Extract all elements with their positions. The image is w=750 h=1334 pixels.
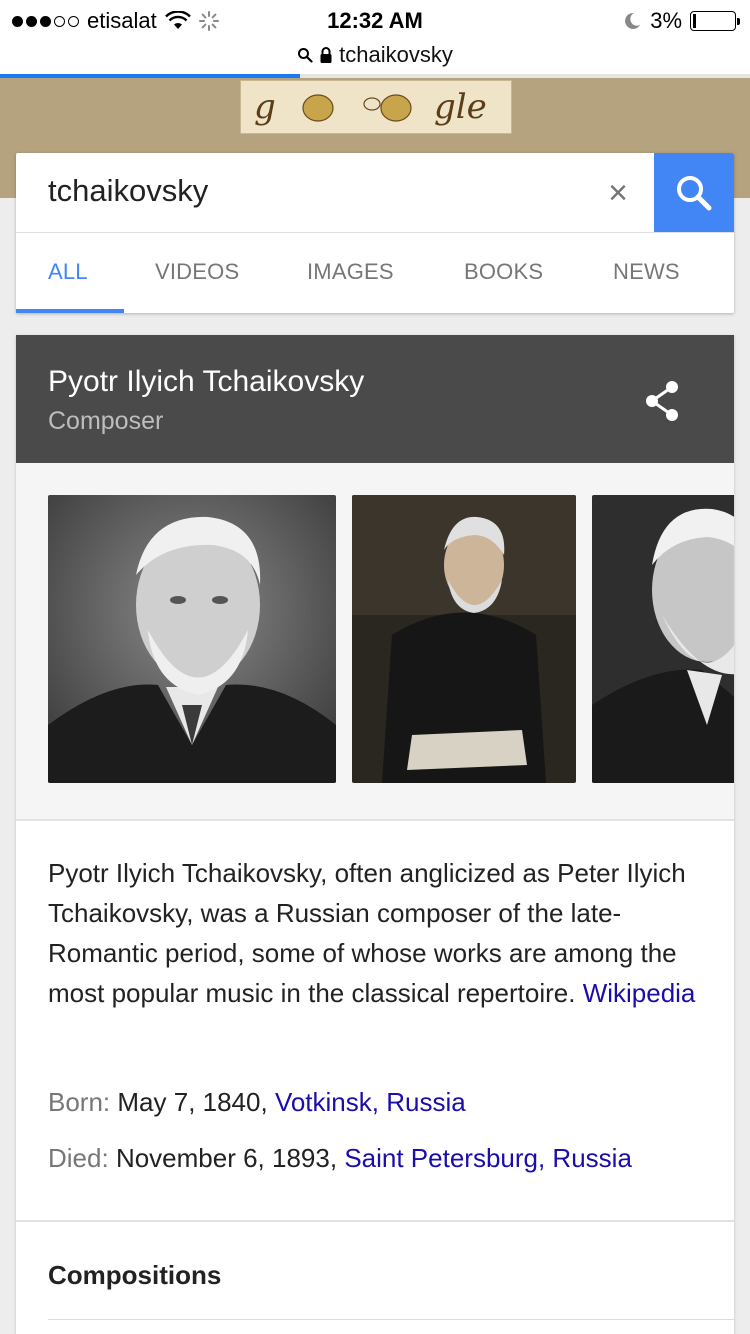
search-icon xyxy=(677,176,712,211)
svg-text:gle: gle xyxy=(434,87,487,127)
tab-videos[interactable]: VIDEOS xyxy=(155,259,239,285)
facts-divider xyxy=(16,1220,734,1222)
knowledge-panel-header: Pyotr Ilyich Tchaikovsky Composer xyxy=(16,335,734,463)
image-carousel[interactable] xyxy=(16,463,734,819)
do-not-disturb-moon-icon xyxy=(625,12,641,29)
portrait-photo[interactable] xyxy=(48,495,336,783)
section-divider xyxy=(48,1319,734,1320)
status-bar: etisalat 12:32 AM 3% xyxy=(0,0,750,40)
fact-value: November 6, 1893, xyxy=(115,1143,338,1173)
search-tabs: ALL VIDEOS IMAGES BOOKS NEWS xyxy=(16,233,734,313)
google-doodle-logo[interactable]: g gle xyxy=(240,80,512,134)
tab-images[interactable]: IMAGES xyxy=(307,259,394,285)
lock-icon xyxy=(320,47,332,63)
share-icon xyxy=(646,381,678,421)
fact-label: Died: xyxy=(48,1143,109,1173)
share-button[interactable] xyxy=(638,377,686,425)
carousel-divider xyxy=(16,819,734,821)
knowledge-panel: Pyotr Ilyich Tchaikovsky Composer Pyotr … xyxy=(16,335,734,1334)
address-text: tchaikovsky xyxy=(339,42,453,67)
battery-percentage: 3% xyxy=(650,8,682,33)
deathplace-link[interactable]: Saint Petersburg, Russia xyxy=(344,1143,632,1173)
battery-icon xyxy=(690,11,740,31)
svg-text:g: g xyxy=(254,87,276,127)
wikipedia-link[interactable]: Wikipedia xyxy=(583,978,696,1008)
tab-all[interactable]: ALL xyxy=(48,259,88,285)
tab-news[interactable]: NEWS xyxy=(613,259,680,285)
birthplace-link[interactable]: Votkinsk, Russia xyxy=(275,1087,466,1117)
search-card: × ALL VIDEOS IMAGES BOOKS NEWS xyxy=(16,153,734,313)
entity-subtitle: Composer xyxy=(48,407,164,435)
close-icon: × xyxy=(608,174,628,212)
search-input[interactable] xyxy=(48,173,568,209)
entity-title: Pyotr Ilyich Tchaikovsky xyxy=(48,365,365,398)
address-bar[interactable]: tchaikovsky xyxy=(0,40,750,74)
tab-books[interactable]: BOOKS xyxy=(464,259,543,285)
fact-born: Born: May 7, 1840, Votkinsk, Russia xyxy=(48,1087,466,1118)
search-button[interactable] xyxy=(654,153,734,233)
fact-label: Born: xyxy=(48,1087,111,1117)
compositions-heading: Compositions xyxy=(48,1260,222,1290)
search-icon xyxy=(298,48,313,63)
fact-value: May 7, 1840, xyxy=(117,1087,268,1117)
status-bar-right: 3% xyxy=(622,8,740,34)
entity-description: Pyotr Ilyich Tchaikovsky, often angliciz… xyxy=(48,853,708,1013)
doodle-lettering: g gle xyxy=(254,87,487,127)
active-tab-indicator xyxy=(16,309,124,313)
portrait-photo[interactable] xyxy=(592,495,734,783)
fact-died: Died: November 6, 1893, Saint Petersburg… xyxy=(48,1143,632,1174)
painting-photo[interactable] xyxy=(352,495,576,783)
clear-search-button[interactable]: × xyxy=(602,175,634,211)
